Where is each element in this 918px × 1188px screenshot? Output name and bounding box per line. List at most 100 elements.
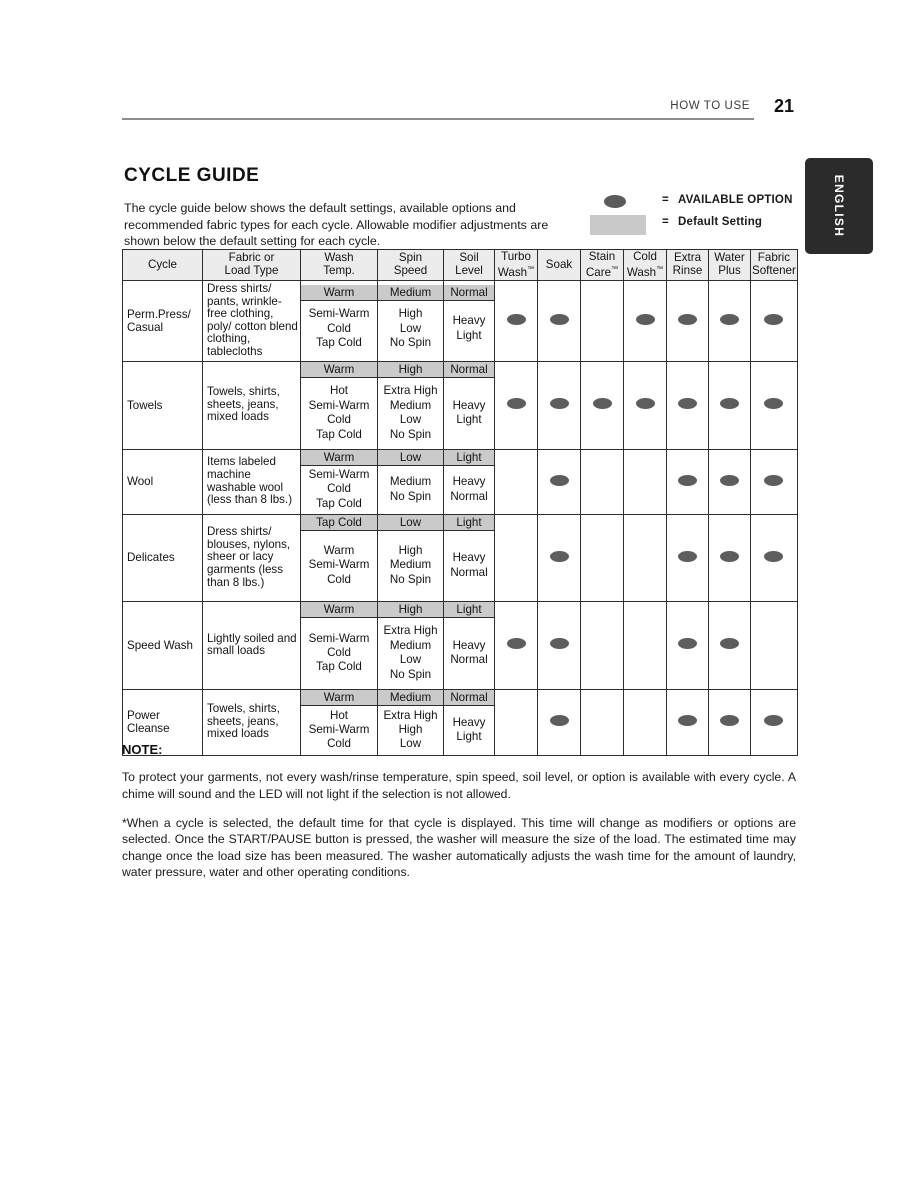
option-empty: [507, 475, 526, 486]
cell-cycle-name: Perm.Press/ Casual: [122, 280, 203, 362]
available-option-dot-icon: [549, 398, 569, 410]
column-header-cycle: Cycle: [122, 248, 203, 282]
option-empty: [636, 551, 655, 562]
available-option-dot-icon: [635, 313, 655, 325]
cell-fabric-type: Items labeled machine washable wool (les…: [202, 448, 301, 515]
cell-soil-level: Light Heavy Normal: [443, 513, 495, 602]
cell-cycle-name: Towels: [122, 360, 203, 450]
cell-option-extra-rinse: [666, 280, 709, 362]
cell-spin-speed-alt: No Spin: [389, 427, 432, 441]
cell-spin-speed-default: High: [378, 601, 443, 618]
cell-option-fabric-softener: [750, 513, 798, 602]
cell-spin-speed-default: Low: [378, 514, 443, 531]
cell-soil-level-default: Normal: [444, 284, 494, 301]
available-option-dot-icon: [720, 398, 739, 410]
cell-spin-speed-alternatives: High Low No Spin: [378, 301, 443, 357]
cell-soil-level-alt: Heavy: [452, 398, 486, 412]
cell-spin-speed-alt: Medium: [389, 638, 432, 652]
intro-paragraph: The cycle guide below shows the default …: [124, 201, 549, 249]
cell-wash-temp: Warm Semi-Warm Cold Tap Cold: [300, 600, 378, 690]
available-option-dot-icon: [720, 313, 739, 325]
cell-wash-temp-alt: Cold: [327, 413, 351, 427]
language-tab: ENGLISH: [805, 158, 873, 254]
cell-option-turbo-wash: [494, 600, 538, 690]
cell-spin-speed-alt: Low: [399, 321, 422, 335]
cell-wash-temp-default: Tap Cold: [301, 514, 377, 531]
note-paragraph-1: To protect your garments, not every wash…: [122, 770, 796, 801]
cell-spin-speed-alt: No Spin: [389, 336, 432, 350]
available-option-dot-icon: [764, 398, 784, 410]
column-header-fabric: Fabric or Load Type: [202, 248, 301, 282]
cell-wash-temp-alt: Tap Cold: [316, 496, 362, 510]
cell-option-cold-wash: [623, 513, 667, 602]
cell-option-fabric-softener: [750, 360, 798, 450]
cell-soil-level-alt: Normal: [450, 489, 488, 503]
cell-soil-level: Normal Heavy Light: [443, 280, 495, 362]
cell-soil-level: Light Heavy Normal: [443, 600, 495, 690]
cell-option-stain-care: [580, 513, 624, 602]
column-header-fabric-line2: Load Type: [224, 264, 279, 278]
cell-wash-temp-default: Warm: [301, 361, 377, 378]
cell-spin-speed-alt: Low: [399, 653, 422, 667]
default-setting-symbol: [590, 214, 646, 235]
header-divider: [122, 118, 754, 120]
cell-wash-temp-alt: Hot: [329, 384, 349, 398]
cell-option-cold-wash: [623, 280, 667, 362]
cell-spin-speed-alternatives: High Medium No Spin: [378, 531, 443, 601]
available-option-dot-icon: [549, 550, 569, 562]
cell-option-extra-rinse: [666, 513, 709, 602]
cell-spin-speed: Low Medium No Spin: [377, 448, 444, 515]
available-option-dot-icon: [764, 715, 784, 727]
cell-spin-speed-alt: Extra High: [383, 624, 438, 638]
column-header-wash-temp-line2: Temp.: [323, 264, 355, 278]
cell-wash-temp-alternatives: Hot Semi-Warm Cold Tap Cold: [301, 378, 377, 449]
cell-wash-temp-alt: Tap Cold: [316, 336, 362, 350]
cell-option-turbo-wash: [494, 360, 538, 450]
cell-wash-temp-alt: Cold: [327, 482, 351, 496]
cell-soil-level-alt: Heavy: [452, 551, 486, 565]
cell-soil-level-alt: Heavy: [452, 475, 486, 489]
cell-wash-temp: Warm Hot Semi-Warm Cold Tap Cold: [300, 360, 378, 450]
cell-cycle-name: Wool: [122, 448, 203, 515]
available-option-dot-icon: [678, 398, 697, 410]
cell-spin-speed: High Extra High Medium Low No Spin: [377, 600, 444, 690]
legend-equals-1: =: [662, 194, 669, 206]
cell-wash-temp-alternatives: Semi-Warm Cold Tap Cold: [301, 301, 377, 357]
available-option-dot-icon: [549, 638, 569, 650]
column-header-fabric-softener-line2: Softener: [752, 264, 796, 278]
cell-fabric-type: Lightly soiled and small loads: [202, 600, 301, 690]
table-row: Towels Towels, shirts, sheets, jeans, mix…: [122, 360, 798, 450]
available-option-dot-icon: [720, 474, 739, 486]
available-option-dot-icon: [549, 474, 569, 486]
table-row: Perm.Press/ Casual Dress shirts/ pants, w…: [122, 280, 798, 362]
cell-option-fabric-softener: [750, 448, 798, 515]
column-header-stain-care: Stain Care™: [580, 248, 624, 282]
cell-spin-speed-alt: Medium: [389, 475, 432, 489]
column-header-fabric-softener: Fabric Softener: [750, 248, 798, 282]
available-option-dot-icon: [549, 715, 569, 727]
option-empty: [507, 715, 526, 726]
note-paragraph-2: *When a cycle is selected, the default t…: [122, 815, 796, 880]
cell-option-stain-care: [580, 360, 624, 450]
cell-spin-speed-default: Low: [378, 449, 443, 466]
cell-soil-level-default: Light: [444, 514, 494, 531]
available-option-dot-icon: [635, 398, 655, 410]
available-option-dot-icon: [720, 715, 739, 727]
cell-wash-temp-default: Warm: [301, 449, 377, 466]
cell-soil-level-alt: Heavy: [452, 314, 486, 328]
cell-option-water-plus: [708, 513, 751, 602]
cell-soil-level-alternatives: Heavy Light: [444, 378, 494, 449]
table-row: Wool Items labeled machine washable wool …: [122, 448, 798, 515]
cell-spin-speed-alt: Extra High: [383, 708, 438, 722]
available-option-dot-icon: [678, 313, 697, 325]
cell-spin-speed-alternatives: Medium No Spin: [378, 466, 443, 514]
default-swatch-icon: [590, 215, 646, 235]
cell-soil-level-alt: Normal: [450, 653, 488, 667]
available-option-dot-icon: [506, 313, 526, 325]
cell-spin-speed-alt: No Spin: [389, 489, 432, 503]
cell-option-extra-rinse: [666, 448, 709, 515]
cell-spin-speed-alt: High: [398, 722, 423, 736]
cell-soil-level-alternatives: Heavy Light: [444, 301, 494, 357]
available-option-dot-icon: [720, 550, 739, 562]
option-empty: [636, 715, 655, 726]
